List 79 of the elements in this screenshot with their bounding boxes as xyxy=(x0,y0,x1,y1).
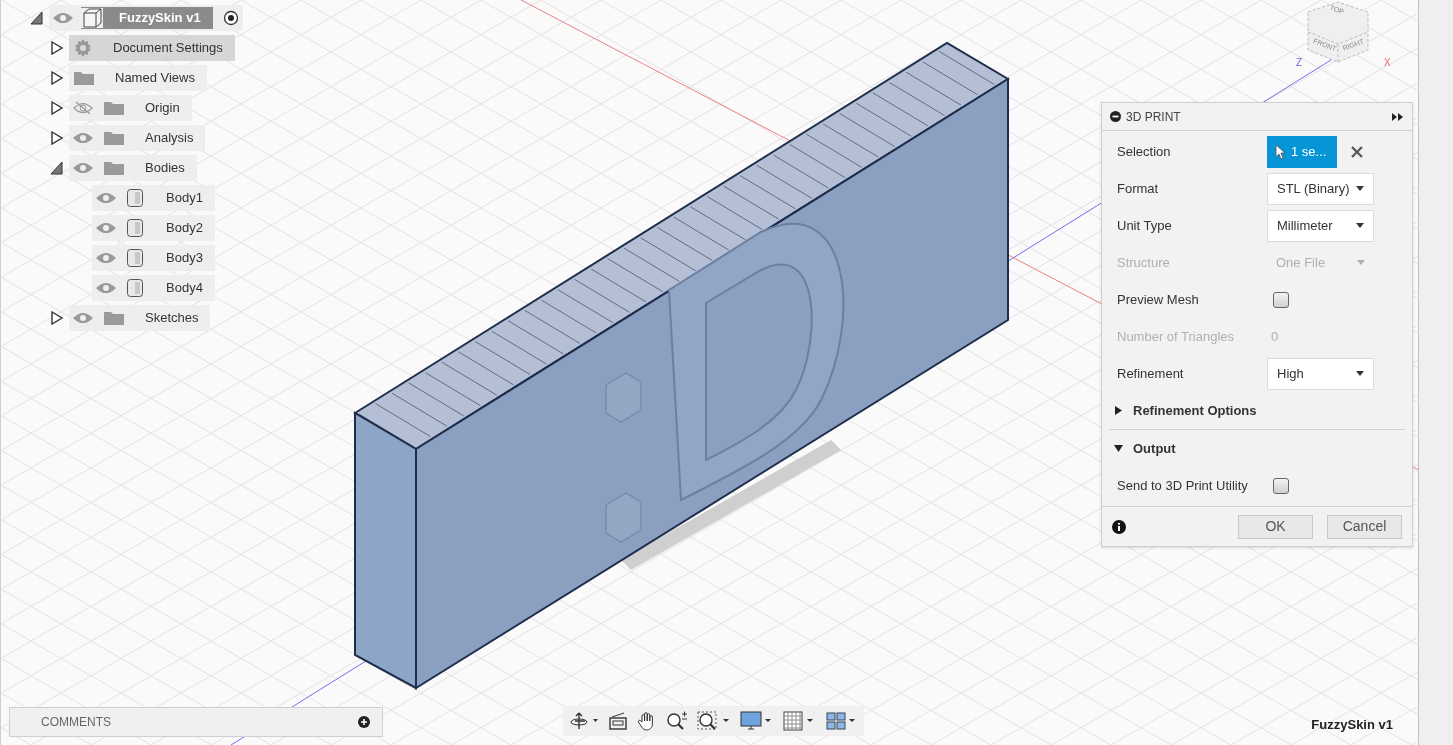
field-label: Send to 3D Print Utility xyxy=(1117,476,1249,495)
checkbox[interactable] xyxy=(1273,477,1289,494)
zoom-icon[interactable] xyxy=(666,711,688,731)
viewports-icon[interactable] xyxy=(826,711,858,731)
comments-label: COMMENTS xyxy=(41,714,111,731)
body-icon xyxy=(126,248,144,268)
dropdown-field[interactable]: Millimeter xyxy=(1267,209,1374,242)
clear-selection-button[interactable] xyxy=(1351,145,1363,158)
dialog-button[interactable]: Cancel xyxy=(1327,514,1402,539)
gear-icon xyxy=(73,38,93,58)
tree-item-label: Document Settings xyxy=(113,39,223,58)
folder-icon xyxy=(103,310,125,326)
expand-triangle-icon[interactable] xyxy=(50,101,64,115)
tree-item-label: Bodies xyxy=(145,159,185,178)
expand-triangle-icon[interactable] xyxy=(50,311,64,325)
zoom-window-icon[interactable] xyxy=(697,711,731,731)
tree-item-label: Origin xyxy=(145,99,180,118)
expand-triangle-icon[interactable] xyxy=(50,71,64,85)
body-icon xyxy=(126,188,144,208)
field-label: Number of Triangles xyxy=(1117,327,1236,346)
dialog-title: 3D PRINT xyxy=(1126,108,1181,126)
add-icon[interactable] xyxy=(358,716,370,728)
info-icon[interactable] xyxy=(1112,519,1126,534)
tree-item-label: Body4 xyxy=(166,279,203,298)
folder-icon xyxy=(103,160,125,176)
double-arrow-icon[interactable] xyxy=(1392,112,1404,121)
tree-row-background[interactable]: Body3 xyxy=(92,245,215,271)
active-radio-icon[interactable] xyxy=(222,10,239,26)
dialog-button[interactable]: OK xyxy=(1238,514,1313,539)
cursor-arrow-icon xyxy=(1275,143,1285,160)
tree-item-label: Body2 xyxy=(166,219,203,238)
expand-triangle-icon[interactable] xyxy=(50,41,64,55)
tree-item-label: Sketches xyxy=(145,309,199,328)
dropdown-caret-icon xyxy=(1356,186,1364,191)
tree-item-label: Body3 xyxy=(166,249,203,268)
expand-triangle-icon[interactable] xyxy=(50,131,64,145)
tree-row-background[interactable]: Body2 xyxy=(92,215,215,241)
collapse-triangle-icon[interactable] xyxy=(30,11,44,25)
body-icon xyxy=(126,218,144,238)
dropdown-caret-icon xyxy=(1356,371,1364,376)
triangle-count: 0 xyxy=(1271,327,1279,346)
component-icon xyxy=(81,8,103,28)
orbit-icon[interactable] xyxy=(569,711,599,731)
field-label: Preview Mesh xyxy=(1117,290,1200,309)
collapse-triangle-icon[interactable] xyxy=(50,161,64,175)
tree-row-background[interactable]: Sketches xyxy=(69,305,211,331)
field-label: Structure xyxy=(1117,253,1171,272)
dropdown-field[interactable]: High xyxy=(1267,357,1374,390)
comments-bar[interactable]: COMMENTS xyxy=(9,707,383,737)
folder-icon xyxy=(103,130,125,146)
document-title: FuzzySkin v1 xyxy=(119,9,201,28)
section-header[interactable]: Output xyxy=(1102,430,1412,467)
close-icon xyxy=(1351,145,1363,158)
tree-row-background[interactable]: Body1 xyxy=(92,185,215,211)
tree-row-background[interactable]: Analysis xyxy=(69,125,206,151)
dropdown-caret-icon xyxy=(1357,260,1365,265)
tree-row-background[interactable]: Named Views xyxy=(69,65,207,91)
section-header[interactable]: Refinement Options xyxy=(1102,392,1412,429)
tree-item-label: Analysis xyxy=(145,129,194,148)
body-icon xyxy=(126,278,144,298)
tree-row-background[interactable]: Body4 xyxy=(92,275,215,301)
folder-icon xyxy=(73,70,95,86)
checkbox[interactable] xyxy=(1273,291,1289,308)
folder-icon xyxy=(103,100,125,116)
tree-row-background[interactable]: Bodies xyxy=(69,155,197,181)
field-label: Refinement xyxy=(1117,364,1185,383)
field-label: Selection xyxy=(1117,142,1172,161)
field-label: Unit Type xyxy=(1117,216,1173,235)
field-label: Format xyxy=(1117,179,1160,198)
collapse-minus-icon[interactable] xyxy=(1110,111,1121,122)
dropdown-field[interactable]: STL (Binary) xyxy=(1267,172,1374,205)
tree-item-label: Named Views xyxy=(115,69,195,88)
tree-item-label: Body1 xyxy=(166,189,203,208)
tree-row-background[interactable]: Document Settings xyxy=(69,35,235,61)
display-icon[interactable] xyxy=(740,711,774,731)
camera-icon[interactable] xyxy=(608,711,628,731)
tree-row-background[interactable]: Origin xyxy=(69,95,192,121)
document-name: FuzzySkin v1 xyxy=(1311,716,1393,734)
dropdown-caret-icon xyxy=(1356,223,1364,228)
